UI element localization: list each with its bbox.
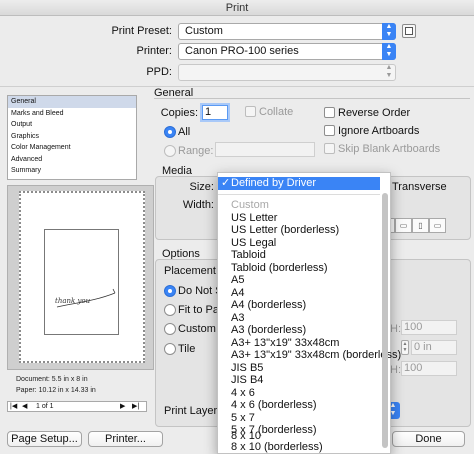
page-navigator: |◀ ◀ 1 of 1 ▶ ▶| — [7, 401, 147, 412]
ppd-popup: ▲ ▼ — [178, 64, 396, 81]
size-menu-item[interactable]: A3+ 13"x19" 33x48cm (borderless) — [218, 349, 401, 362]
save-preset-button[interactable] — [402, 24, 416, 38]
orientation-portrait-flip-icon[interactable]: ▯ — [412, 218, 429, 233]
paper-size-info: Paper: 10.12 in x 14.33 in — [16, 387, 96, 394]
all-pages-label: All — [178, 126, 191, 138]
do-not-scale-radio[interactable] — [164, 285, 176, 297]
size-menu-item[interactable]: 4 x 6 (borderless) — [218, 399, 380, 412]
orientation-landscape-icon[interactable]: ▭ — [395, 218, 412, 233]
prev-page-icon[interactable]: ◀ — [22, 402, 27, 411]
width-label: Width: — [182, 199, 214, 211]
print-preset-value: Custom — [185, 25, 223, 37]
size-menu-item[interactable]: 5 x 7 — [218, 412, 380, 425]
ignore-artboards-checkbox[interactable] — [324, 125, 335, 136]
category-item-output[interactable]: Output — [8, 119, 136, 131]
menu-scrollbar-thumb[interactable] — [382, 193, 388, 448]
size-menu-item[interactable]: Tabloid — [218, 249, 380, 262]
popup-arrows-icon: ▲ ▼ — [382, 23, 396, 40]
all-pages-radio[interactable] — [164, 126, 176, 138]
transverse-label: Transverse — [392, 181, 447, 193]
size-menu-item[interactable]: US Letter — [218, 212, 380, 225]
document-size-info: Document: 5.5 in x 8 in — [16, 376, 88, 383]
size-menu-item[interactable]: 4 x 6 — [218, 387, 380, 400]
size-menu-item[interactable]: 8 x 10 (borderless) — [218, 441, 380, 454]
category-item-marks-and-bleed[interactable]: Marks and Bleed — [8, 108, 136, 120]
scale-h-field: 100 — [401, 320, 457, 335]
reverse-order-checkbox[interactable] — [324, 107, 335, 118]
overlap-stepper: ▲ ▼ — [401, 340, 409, 355]
printer-popup[interactable]: Canon PRO-100 series ▲ ▼ — [178, 43, 396, 60]
size-menu-item[interactable]: A3+ 13"x19" 33x48cm — [218, 337, 380, 350]
page-setup-button[interactable]: Page Setup... — [7, 431, 82, 447]
print-preset-label: Print Preset: — [111, 25, 172, 37]
copies-field[interactable]: 1 — [202, 105, 228, 120]
ppd-label: PPD: — [146, 66, 172, 78]
printer-button[interactable]: Printer... — [88, 431, 163, 447]
popup-arrows-icon: ▲ ▼ — [385, 64, 393, 79]
menu-separator — [218, 194, 380, 195]
preview-printable-area — [44, 229, 119, 335]
size-menu-item[interactable]: JIS B5 — [218, 362, 380, 375]
fit-to-page-radio[interactable] — [164, 304, 176, 316]
reverse-order-label: Reverse Order — [338, 107, 411, 119]
orientation-landscape-flip-icon[interactable]: ▭ — [429, 218, 446, 233]
collate-checkbox — [245, 106, 256, 117]
size-menu-item[interactable]: A3 — [218, 312, 380, 325]
disk-icon — [405, 27, 413, 35]
size-menu-item-selected[interactable]: ✓ Defined by Driver — [218, 177, 380, 190]
placement-label: Placement: — [164, 265, 220, 277]
size-menu-item[interactable]: JIS B4 — [218, 374, 380, 387]
size-menu-item[interactable]: US Letter (borderless) — [218, 224, 380, 237]
printer-label: Printer: — [136, 45, 172, 57]
skip-blank-label: Skip Blank Artboards — [338, 143, 441, 155]
general-divider — [154, 98, 470, 99]
do-not-scale-label: Do Not S — [178, 285, 223, 297]
scale-h-label: H: — [390, 323, 401, 335]
copies-label: Copies: — [160, 107, 198, 119]
scale2-h-field: 100 — [401, 361, 457, 376]
size-menu-item[interactable]: Tabloid (borderless) — [218, 262, 380, 275]
size-menu-item[interactable]: A4 — [218, 287, 380, 300]
tile-label: Tile — [178, 343, 196, 355]
size-menu-item[interactable]: US Legal — [218, 237, 380, 250]
tile-radio[interactable] — [164, 343, 176, 355]
preview-paper: thank you — [19, 191, 145, 363]
category-item-graphics[interactable]: Graphics — [8, 131, 136, 143]
next-page-icon[interactable]: ▶ — [120, 402, 125, 411]
paper-size-menu[interactable]: ✓ Defined by Driver Custom US Letter US … — [217, 172, 401, 454]
size-label: Size: — [189, 181, 214, 193]
printer-value: Canon PRO-100 series — [185, 45, 299, 57]
scale2-h-label: H: — [390, 364, 401, 376]
size-menu-item[interactable]: A3 (borderless) — [218, 324, 380, 337]
popup-arrows-icon: ▲ ▼ — [382, 43, 396, 60]
category-item-advanced[interactable]: Advanced — [8, 154, 136, 166]
last-page-icon[interactable]: ▶| — [132, 402, 139, 411]
window-titlebar: Print — [0, 0, 474, 16]
category-item-color-management[interactable]: Color Management — [8, 142, 136, 154]
size-menu-item: Custom — [231, 199, 269, 211]
range-field — [215, 142, 315, 157]
done-button[interactable]: Done — [392, 431, 465, 447]
range-radio[interactable] — [164, 145, 176, 157]
overlap-field: 0 in — [411, 340, 457, 355]
category-list[interactable]: General Marks and Bleed Output Graphics … — [7, 95, 137, 180]
category-item-summary[interactable]: Summary — [8, 165, 136, 177]
menu-scrollbar[interactable] — [381, 193, 389, 448]
size-menu-item[interactable]: A4 (borderless) — [218, 299, 380, 312]
page-number[interactable]: 1 of 1 — [36, 402, 54, 411]
category-item-general[interactable]: General — [8, 96, 136, 108]
first-page-icon[interactable]: |◀ — [10, 402, 17, 411]
range-label: Range: — [178, 145, 214, 157]
print-preview[interactable]: thank you — [7, 185, 154, 370]
print-preset-popup[interactable]: Custom ▲ ▼ — [178, 23, 396, 40]
skip-blank-checkbox — [324, 143, 335, 154]
ignore-artboards-label: Ignore Artboards — [338, 125, 420, 137]
checkmark-icon: ✓ — [221, 177, 231, 189]
custom-scale-radio[interactable] — [164, 323, 176, 335]
collate-label: Collate — [259, 106, 294, 118]
header-divider — [0, 86, 474, 87]
handwriting-stroke-icon — [56, 288, 116, 308]
size-menu-item[interactable]: A5 — [218, 274, 380, 287]
window-title: Print — [225, 2, 249, 14]
